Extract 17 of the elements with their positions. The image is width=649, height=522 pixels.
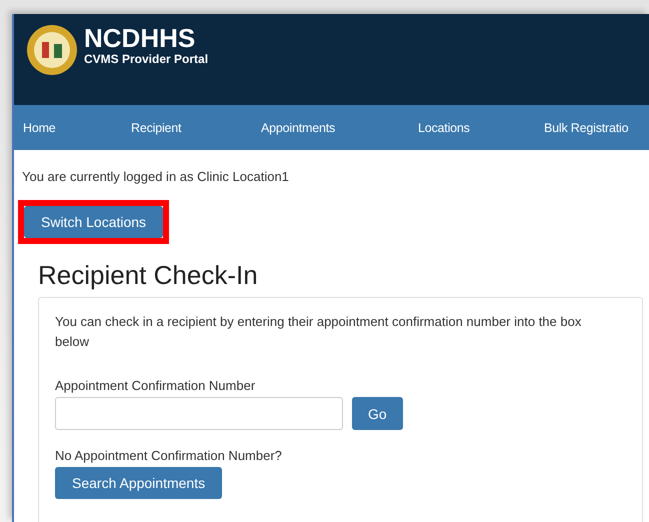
switch-locations-button[interactable]: Switch Locations [24,206,164,238]
go-button[interactable]: Go [352,397,403,430]
no-number-label: No Appointment Confirmation Number? [55,448,283,463]
page-title: Recipient Check-In [38,260,259,291]
instructions: You can check in a recipient by entering their appointment confirmation number into the box below [55,313,582,351]
seal-icon [26,24,78,76]
nav-link[interactable]: Bulk Registratio [544,120,628,134]
nav-link[interactable]: Recipient [131,120,261,134]
portal-subtitle: CVMS Provider Portal [84,52,208,66]
search-appointments-button[interactable]: Search Appointments [55,467,222,499]
login-status: You are currently logged in as Clinic Location1 [22,169,290,184]
nav-link[interactable]: Locations [418,120,544,134]
confirmation-number-field[interactable] [55,397,343,430]
nav-link[interactable]: Appointments [261,120,418,134]
field-label: Appointment Confirmation Number [55,378,256,393]
portal-title: NCDHHS [84,24,196,52]
nav-link[interactable]: Home [23,120,131,134]
